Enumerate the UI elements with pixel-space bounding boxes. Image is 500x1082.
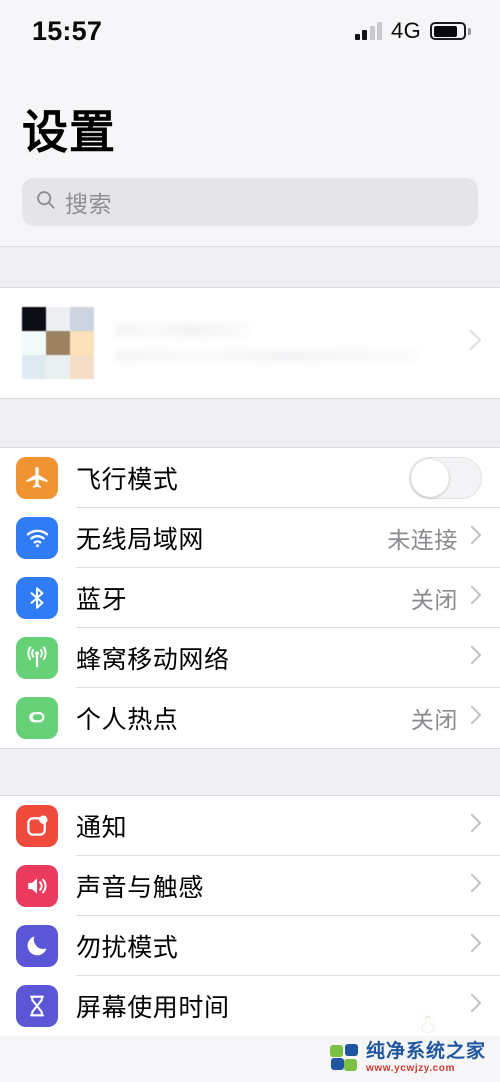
settings-row-personal-hotspot[interactable]: 个人热点 关闭: [0, 687, 500, 748]
page-title-area: 设置: [0, 62, 500, 164]
settings-row-label: 蓝牙: [76, 585, 128, 614]
search-icon: [35, 189, 56, 215]
watermark-site-name: 纯净系统之家: [365, 1041, 486, 1062]
settings-row-label: 声音与触感: [76, 873, 205, 902]
settings-row-label: 无线局域网: [76, 525, 205, 554]
status-bar: 15:57 4G: [0, 0, 500, 62]
apple-id-subtitle-redacted: [116, 350, 420, 362]
watermark-url: www.ycwjzy.com: [365, 1063, 455, 1074]
status-bar-indicators: 4G: [354, 18, 471, 44]
settings-row-airplane-mode[interactable]: 飞行模式: [0, 447, 500, 508]
watermark-text: 纯净系统之家 www.ycwjzy.com: [366, 1042, 486, 1074]
settings-row-bluetooth[interactable]: 蓝牙 关闭: [0, 567, 500, 628]
settings-row-sounds-haptics[interactable]: 声音与触感: [0, 855, 500, 916]
settings-row-cellular[interactable]: 蜂窝移动网络: [0, 627, 500, 688]
apple-id-text-redacted: [116, 324, 469, 362]
settings-row-label: 屏幕使用时间: [76, 993, 230, 1022]
personal-hotspot-icon: [16, 696, 58, 739]
settings-row-value: 关闭: [410, 706, 458, 733]
settings-group-alerts: 通知 声音与触感 勿扰模式 屏幕使用时间: [0, 795, 500, 1036]
page-title: 设置: [22, 106, 116, 158]
chevron-right-icon: [470, 873, 482, 898]
chevron-right-icon: [470, 993, 482, 1018]
battery-icon: [430, 22, 471, 40]
chevron-right-icon: [470, 525, 482, 550]
search-input[interactable]: 搜索: [22, 177, 478, 226]
section-gap-2: [0, 747, 500, 796]
watermark: 纯净系统之家 www.ycwjzy.com: [322, 1036, 494, 1080]
search-area: 搜索: [0, 163, 500, 246]
airplane-icon: [16, 456, 58, 499]
chevron-right-icon: [470, 705, 482, 730]
settings-row-label: 勿扰模式: [76, 933, 179, 962]
settings-row-label: 通知: [76, 813, 128, 842]
status-bar-time: 15:57: [32, 15, 103, 46]
settings-row-label: 飞行模式: [76, 465, 179, 494]
screen-time-icon: [16, 984, 58, 1027]
chevron-right-icon: [470, 813, 482, 838]
notifications-icon: [16, 804, 58, 847]
do-not-disturb-icon: [16, 924, 58, 967]
settings-row-wifi[interactable]: 无线局域网 未连接: [0, 507, 500, 568]
settings-group-connectivity: 飞行模式 无线局域网 未连接 蓝牙 关闭 蜂窝移动网络 个人热点 关闭: [0, 447, 500, 748]
section-gap-top: [0, 245, 500, 288]
bluetooth-icon: [16, 576, 58, 619]
apple-id-row[interactable]: [0, 287, 500, 398]
iphone-settings-screen: 15:57 4G 设置 搜索 飞行模式 无线局域网 未连接 蓝牙 关闭 蜂窝移动…: [0, 0, 500, 1082]
airplane-mode-toggle[interactable]: [409, 456, 482, 499]
settings-row-label: 蜂窝移动网络: [76, 645, 230, 674]
settings-row-do-not-disturb[interactable]: 勿扰模式: [0, 915, 500, 976]
settings-row-value: 未连接: [387, 526, 458, 553]
four-squares-logo: [329, 1044, 360, 1072]
settings-row-notifications[interactable]: 通知: [0, 795, 500, 856]
apple-id-group: [0, 287, 500, 398]
chevron-right-icon: [470, 645, 482, 670]
avatar-mosaic: [22, 306, 94, 379]
settings-row-value: 关闭: [410, 586, 458, 613]
settings-row-label: 个人热点: [76, 705, 179, 734]
apple-id-name-redacted: [116, 324, 251, 338]
search-placeholder: 搜索: [65, 190, 112, 217]
chevron-right-icon: [469, 329, 482, 356]
signal-bars-icon: [354, 22, 383, 40]
network-type-label: 4G: [391, 18, 421, 43]
section-gap-1: [0, 397, 500, 448]
chevron-right-icon: [470, 933, 482, 958]
sounds-haptics-icon: [16, 864, 58, 907]
wifi-icon: [16, 516, 58, 559]
chevron-right-icon: [470, 585, 482, 610]
cellular-icon: [16, 636, 58, 679]
